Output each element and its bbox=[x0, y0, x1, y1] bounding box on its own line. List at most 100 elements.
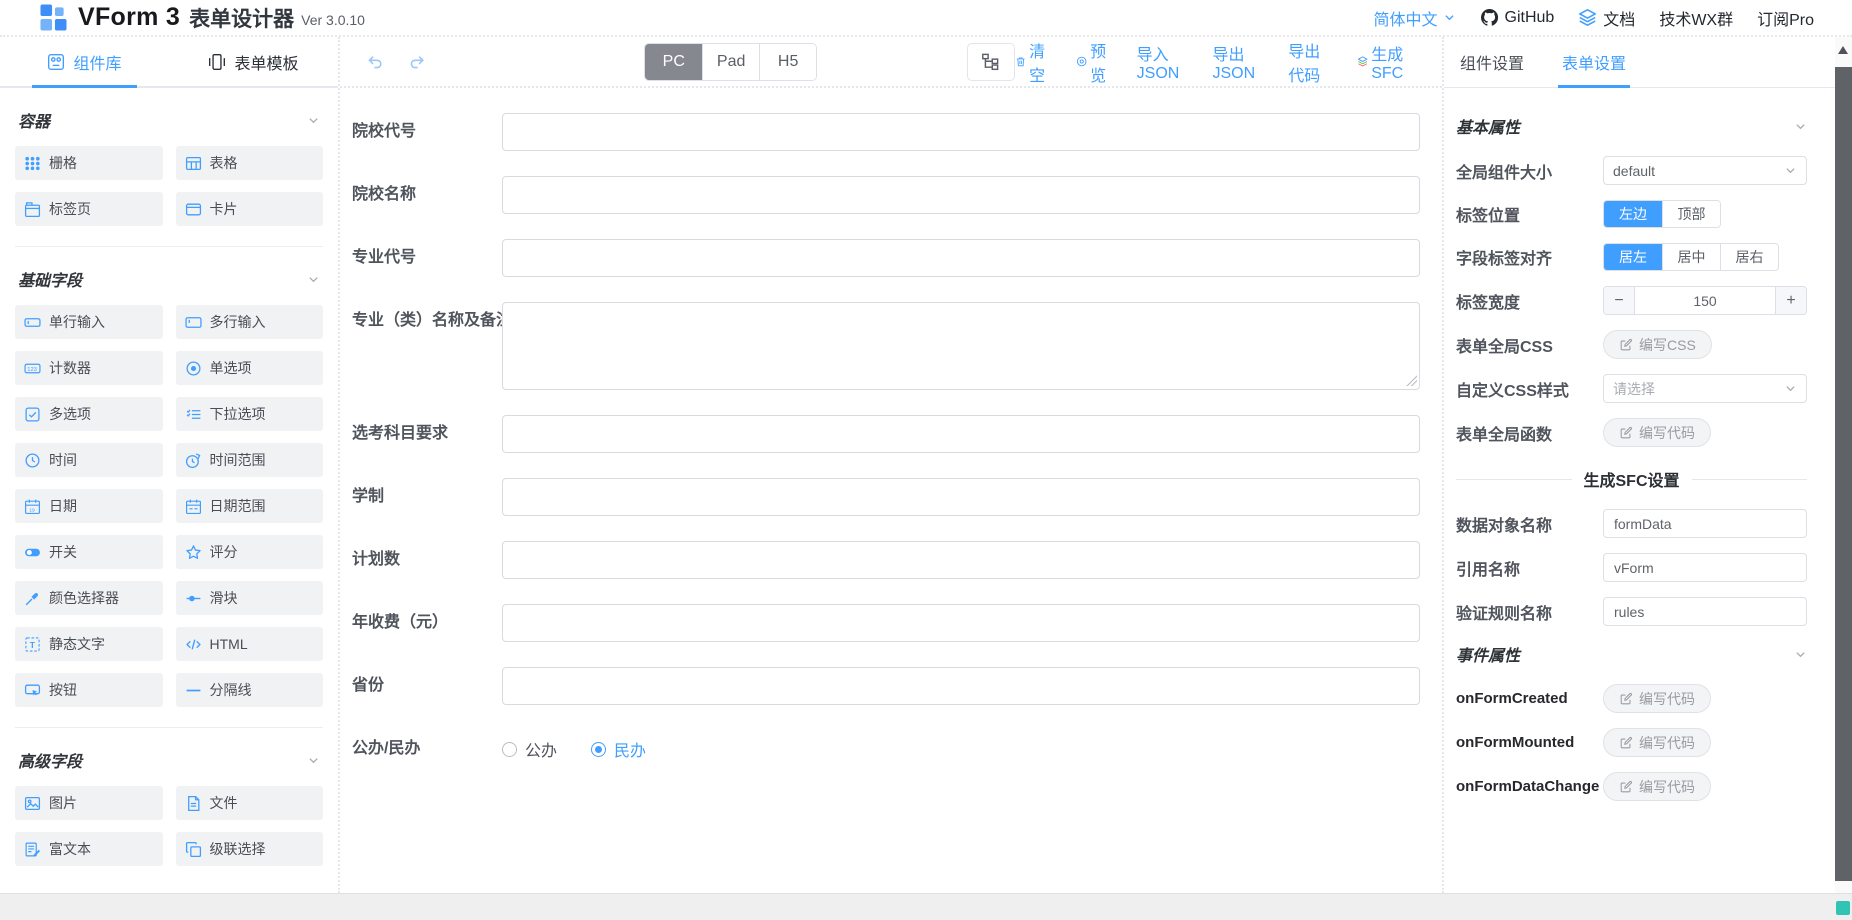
widget-button[interactable]: 按钮 bbox=[15, 673, 163, 707]
edit-onformmounted-button[interactable]: 编写代码 bbox=[1603, 728, 1711, 757]
widget-grid[interactable]: 栅格 bbox=[15, 146, 163, 180]
widget-number[interactable]: 计数器 bbox=[15, 351, 163, 385]
form-field-row[interactable]: 学制 bbox=[352, 478, 1420, 516]
widget-time-range[interactable]: 时间范围 bbox=[176, 443, 324, 477]
label-position-left[interactable]: 左边 bbox=[1604, 201, 1662, 227]
event-props-header[interactable]: 事件属性 bbox=[1456, 642, 1807, 666]
import-json-button[interactable]: 导入JSON bbox=[1137, 41, 1188, 83]
label-align-right[interactable]: 居右 bbox=[1720, 244, 1778, 270]
ref-name-input[interactable] bbox=[1603, 553, 1807, 582]
outline-tree-button[interactable] bbox=[967, 43, 1015, 81]
field-input-xkkm[interactable] bbox=[502, 415, 1420, 453]
radio-option-private[interactable]: 民办 bbox=[591, 737, 646, 761]
form-field-row[interactable]: 院校名称 bbox=[352, 176, 1420, 214]
model-name-input[interactable] bbox=[1603, 509, 1807, 538]
scrollbar-up-arrow-icon[interactable] bbox=[1838, 46, 1848, 54]
field-input-nsf[interactable] bbox=[502, 604, 1420, 642]
chevron-down-icon[interactable] bbox=[1794, 648, 1807, 661]
widget-static-text[interactable]: 静态文字 bbox=[15, 627, 163, 661]
chevron-down-icon[interactable] bbox=[307, 273, 320, 286]
widget-date-range[interactable]: 日期范围 bbox=[176, 489, 324, 523]
form-canvas[interactable]: 院校代号 院校名称 专业代号 专业（类）名称及备注 bbox=[340, 88, 1442, 893]
widget-date[interactable]: 日期 bbox=[15, 489, 163, 523]
section-header-advanced-fields[interactable]: 高级字段 bbox=[18, 748, 320, 772]
chevron-down-icon[interactable] bbox=[307, 754, 320, 767]
widget-card[interactable]: 卡片 bbox=[176, 192, 324, 226]
edit-global-functions-button[interactable]: 编写代码 bbox=[1603, 418, 1711, 447]
widget-rate[interactable]: 评分 bbox=[176, 535, 324, 569]
field-input-sf[interactable] bbox=[502, 667, 1420, 705]
field-input-zydh[interactable] bbox=[502, 239, 1420, 277]
widget-html[interactable]: HTML bbox=[176, 627, 324, 661]
edit-onformcreated-button[interactable]: 编写代码 bbox=[1603, 684, 1711, 713]
widget-multi-line-input[interactable]: 多行输入 bbox=[176, 305, 324, 339]
device-h5[interactable]: H5 bbox=[759, 44, 816, 80]
section-header-container[interactable]: 容器 bbox=[18, 108, 320, 132]
form-field-row[interactable]: 院校代号 bbox=[352, 113, 1420, 151]
label-width-value[interactable]: 150 bbox=[1634, 287, 1776, 314]
device-pc[interactable]: PC bbox=[645, 44, 702, 80]
export-json-button[interactable]: 导出JSON bbox=[1212, 41, 1263, 83]
tab-widget-settings[interactable]: 组件设置 bbox=[1456, 37, 1528, 87]
rules-name-input[interactable] bbox=[1603, 597, 1807, 626]
form-field-row[interactable]: 选考科目要求 bbox=[352, 415, 1420, 453]
form-field-row[interactable]: 年收费（元） bbox=[352, 604, 1420, 642]
widget-radio[interactable]: 单选项 bbox=[176, 351, 324, 385]
wx-group-link[interactable]: 技术WX群 bbox=[1659, 6, 1733, 30]
widget-color-picker[interactable]: 颜色选择器 bbox=[15, 581, 163, 615]
radio-option-public[interactable]: 公办 bbox=[502, 737, 557, 761]
widget-file[interactable]: 文件 bbox=[176, 786, 324, 820]
label-position-top[interactable]: 顶部 bbox=[1662, 201, 1720, 227]
tab-widget-library[interactable]: 组件库 bbox=[0, 37, 169, 86]
field-textarea-zymc[interactable] bbox=[502, 302, 1420, 390]
widget-select[interactable]: 下拉选项 bbox=[176, 397, 324, 431]
chevron-down-icon[interactable] bbox=[307, 114, 320, 127]
widget-cascader[interactable]: 级联选择 bbox=[176, 832, 324, 866]
widget-rich-editor[interactable]: 富文本 bbox=[15, 832, 163, 866]
widget-single-line-input[interactable]: 单行输入 bbox=[15, 305, 163, 339]
edit-css-button[interactable]: 编写CSS bbox=[1603, 330, 1712, 359]
language-selector[interactable]: 简体中文 bbox=[1373, 6, 1455, 30]
widget-time[interactable]: 时间 bbox=[15, 443, 163, 477]
form-field-row[interactable]: 省份 bbox=[352, 667, 1420, 705]
github-link[interactable]: GitHub bbox=[1480, 8, 1555, 27]
widget-size-select[interactable]: default bbox=[1603, 156, 1807, 185]
field-input-yxdh[interactable] bbox=[502, 113, 1420, 151]
basic-props-header[interactable]: 基本属性 bbox=[1456, 114, 1807, 138]
widget-picture[interactable]: 图片 bbox=[15, 786, 163, 820]
field-input-jhs[interactable] bbox=[502, 541, 1420, 579]
field-input-xz[interactable] bbox=[502, 478, 1420, 516]
widget-divider[interactable]: 分隔线 bbox=[176, 673, 324, 707]
chevron-down-icon[interactable] bbox=[1794, 120, 1807, 133]
stepper-decrease-button[interactable]: − bbox=[1604, 287, 1634, 314]
widget-switch[interactable]: 开关 bbox=[15, 535, 163, 569]
vertical-scrollbar[interactable] bbox=[1835, 37, 1852, 893]
device-pad[interactable]: Pad bbox=[702, 44, 759, 80]
form-field-row[interactable]: 专业（类）名称及备注 bbox=[352, 302, 1420, 390]
widget-checkbox[interactable]: 多选项 bbox=[15, 397, 163, 431]
export-code-button[interactable]: 导出代码 bbox=[1288, 38, 1332, 86]
undo-icon[interactable] bbox=[366, 50, 384, 74]
form-field-row[interactable]: 公办/民办 公办 民办 bbox=[352, 730, 1420, 768]
custom-class-select[interactable]: 请选择 bbox=[1603, 374, 1807, 403]
widget-tab-page[interactable]: 标签页 bbox=[15, 192, 163, 226]
edit-onformdatachange-button[interactable]: 编写代码 bbox=[1603, 772, 1711, 801]
docs-link[interactable]: 文档 bbox=[1578, 6, 1635, 30]
scrollbar-thumb[interactable] bbox=[1835, 67, 1852, 881]
label-align-left[interactable]: 居左 bbox=[1604, 244, 1662, 270]
stepper-increase-button[interactable]: + bbox=[1776, 287, 1806, 314]
generate-sfc-button[interactable]: 生成SFC bbox=[1357, 41, 1414, 83]
preview-button[interactable]: 预览 bbox=[1076, 38, 1112, 86]
tab-form-settings[interactable]: 表单设置 bbox=[1558, 37, 1630, 87]
form-field-row[interactable]: 专业代号 bbox=[352, 239, 1420, 277]
subscribe-pro-link[interactable]: 订阅Pro bbox=[1757, 6, 1814, 30]
section-header-basic-fields[interactable]: 基础字段 bbox=[18, 267, 320, 291]
tab-form-template[interactable]: 表单模板 bbox=[169, 37, 338, 86]
widget-slider[interactable]: 滑块 bbox=[176, 581, 324, 615]
redo-icon[interactable] bbox=[408, 50, 426, 74]
clear-button[interactable]: 清空 bbox=[1015, 38, 1051, 86]
widget-table[interactable]: 表格 bbox=[176, 146, 324, 180]
field-input-yxmc[interactable] bbox=[502, 176, 1420, 214]
textarea-resize-handle[interactable] bbox=[1406, 375, 1417, 386]
label-align-center[interactable]: 居中 bbox=[1662, 244, 1720, 270]
